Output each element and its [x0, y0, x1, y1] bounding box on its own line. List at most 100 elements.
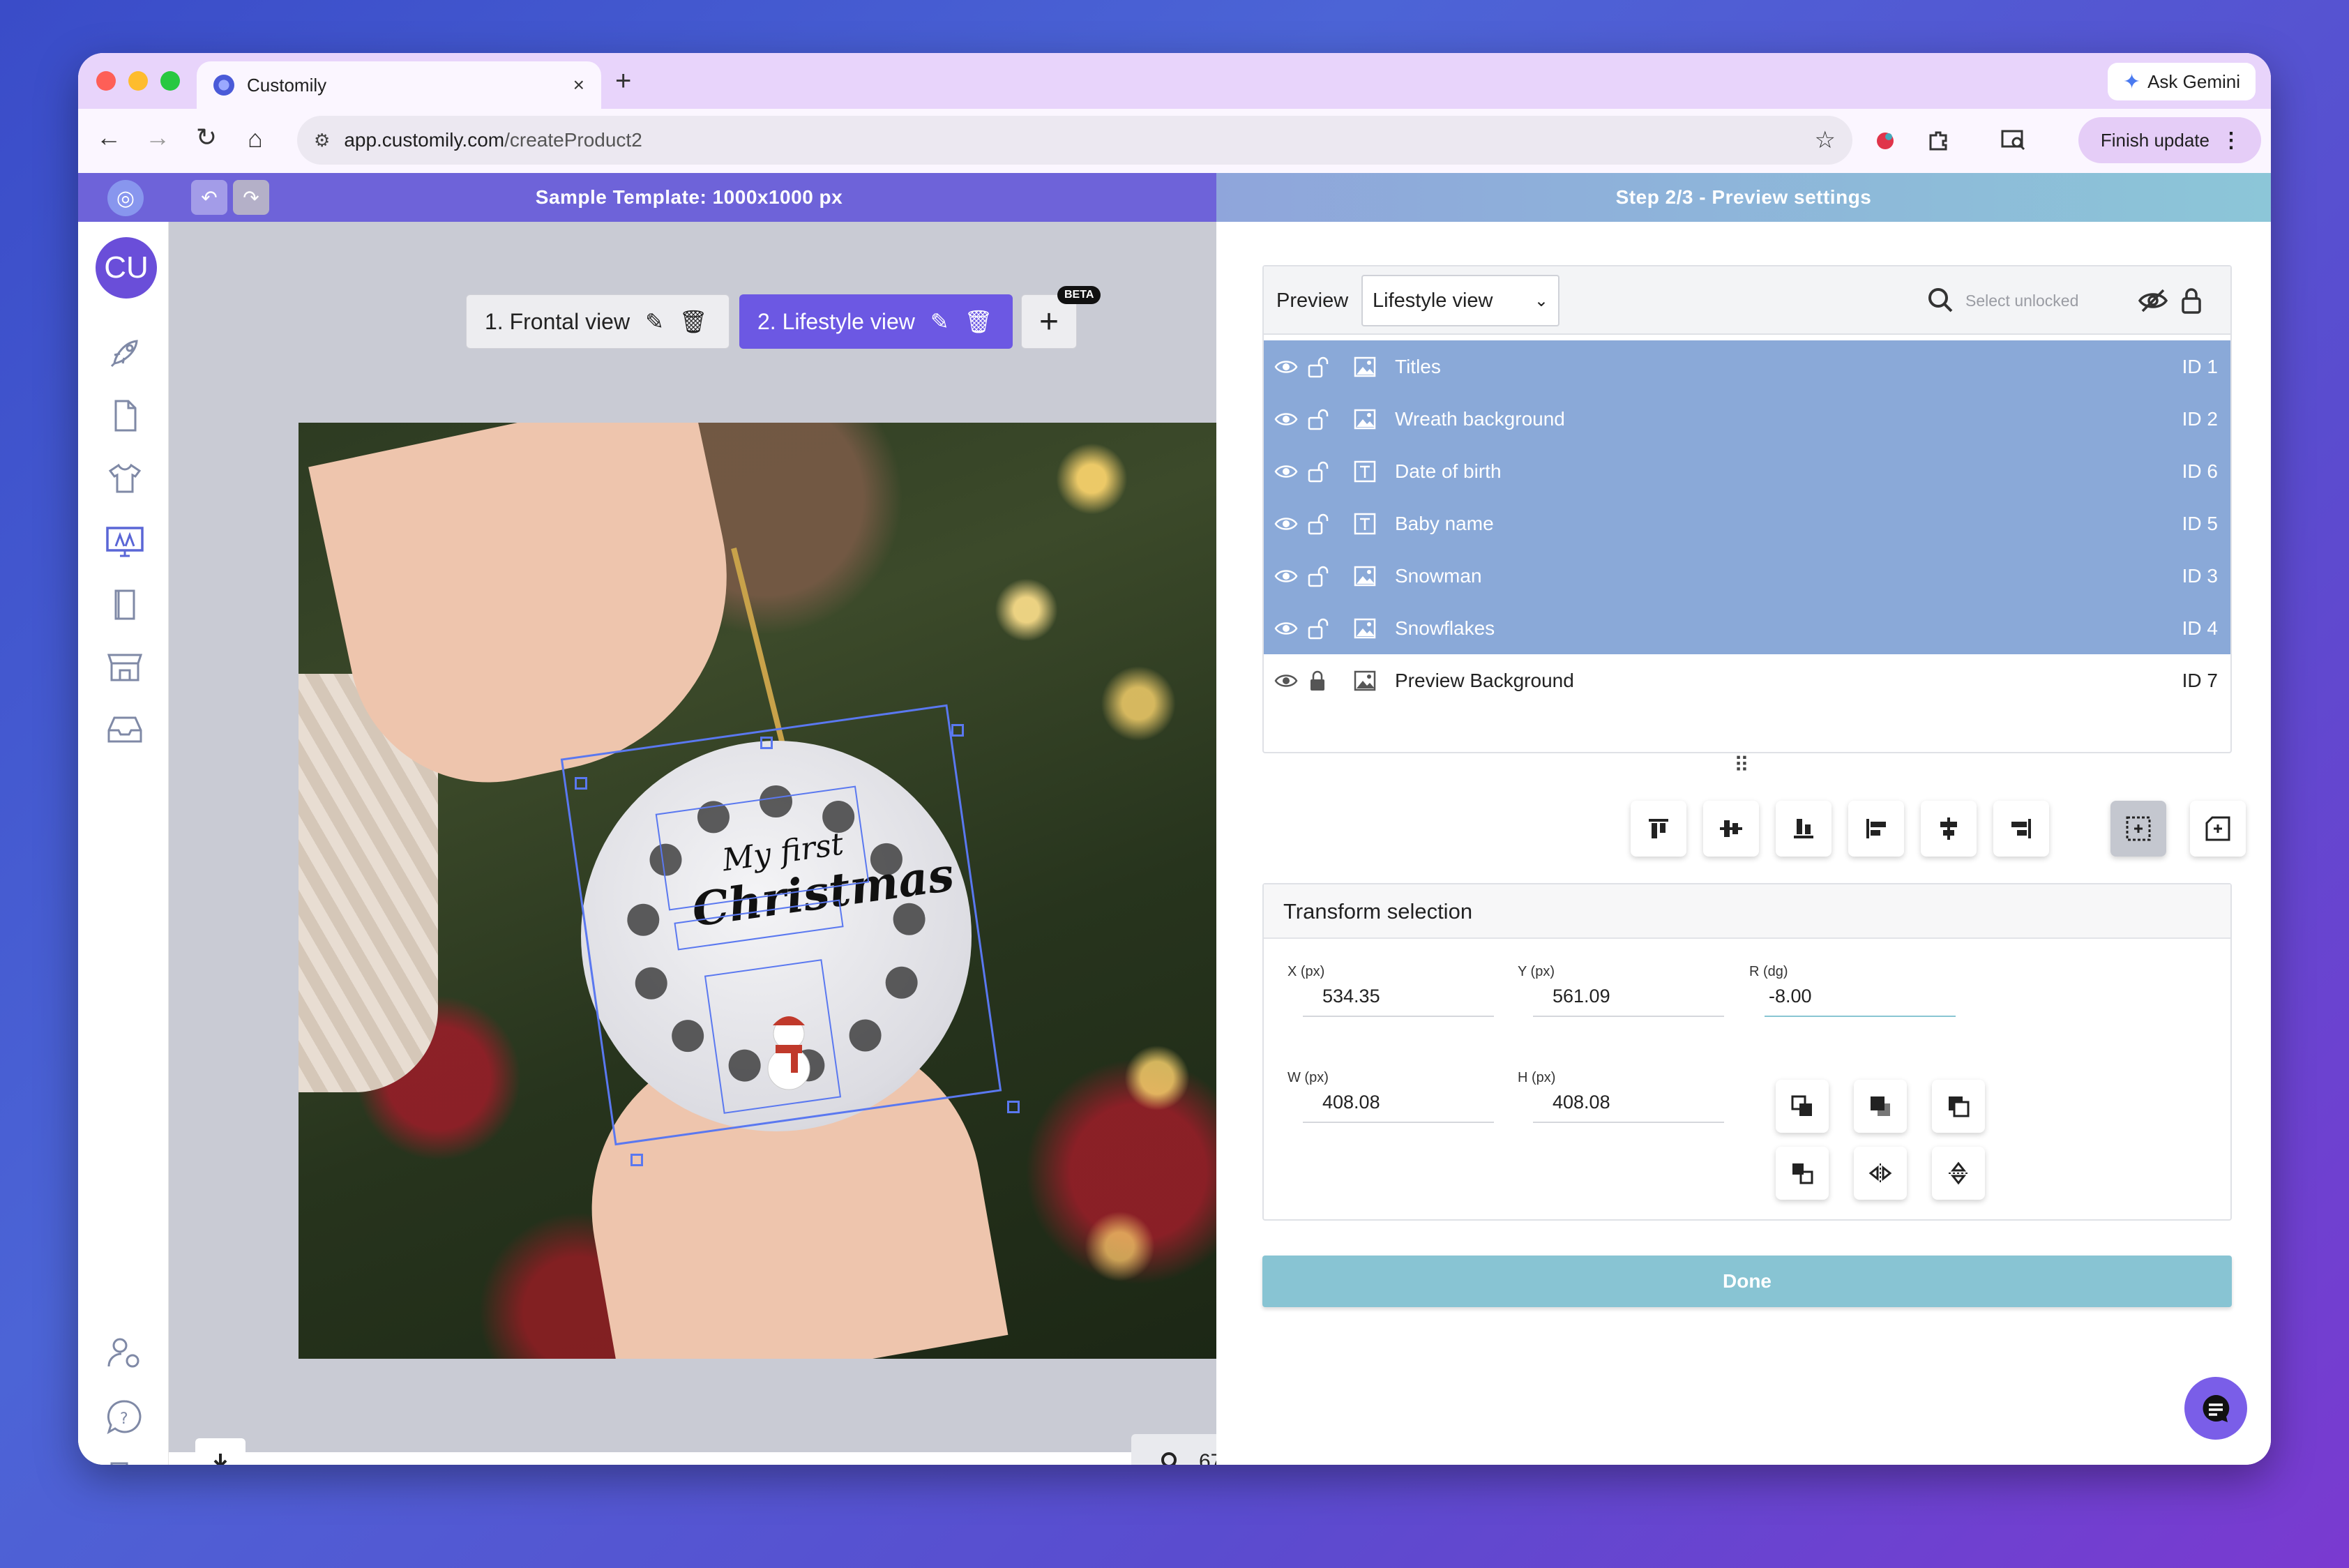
unlock-icon[interactable]: [1306, 564, 1329, 589]
selection-frame-icon: [2126, 816, 2151, 841]
tab-close-icon[interactable]: ×: [573, 74, 584, 96]
bring-to-front-button[interactable]: [1854, 1080, 1907, 1133]
resize-handle-bl[interactable]: [630, 1154, 643, 1166]
layers-panel: Preview Lifestyle view ⌄ Select unlocked…: [1262, 265, 2232, 753]
finish-update-button[interactable]: Finish update ⋮: [2078, 117, 2261, 163]
media-search-icon[interactable]: [1997, 124, 2030, 156]
lifestyle-preview-image[interactable]: My first Christmas: [299, 423, 1232, 1359]
flip-horizontal-button[interactable]: [1854, 1147, 1907, 1200]
delete-trash-icon[interactable]: 🗑: [965, 308, 993, 335]
eye-icon[interactable]: [1274, 511, 1299, 536]
minimize-window-button[interactable]: [128, 71, 148, 91]
extensions-puzzle-icon[interactable]: [1922, 124, 1954, 156]
image-layer-icon: [1354, 356, 1376, 377]
new-tab-button[interactable]: +: [615, 66, 631, 97]
file-icon[interactable]: [103, 393, 147, 438]
chat-support-button[interactable]: [2184, 1377, 2247, 1440]
delete-trash-icon[interactable]: 🗑: [679, 308, 708, 335]
ask-gemini-button[interactable]: ✦ Ask Gemini: [2107, 63, 2256, 100]
align-to-selection-button[interactable]: [2110, 801, 2166, 857]
more-options-icon[interactable]: ⋮: [2221, 128, 2242, 153]
align-bottom-button[interactable]: [1776, 801, 1831, 857]
layer-row[interactable]: Wreath background ID 2: [1264, 393, 2230, 445]
site-settings-icon[interactable]: ⚙: [314, 130, 330, 151]
preview-view-select[interactable]: Lifestyle view ⌄: [1361, 275, 1559, 326]
rotate-handle[interactable]: [760, 737, 773, 749]
image-layer-icon: [1354, 566, 1376, 586]
align-left-button[interactable]: [1848, 801, 1904, 857]
send-backward-button[interactable]: [1776, 1147, 1829, 1200]
flip-vertical-button[interactable]: [1932, 1147, 1985, 1200]
snowman-layer-box[interactable]: [704, 959, 842, 1114]
search-icon[interactable]: [1925, 285, 1957, 317]
layer-row[interactable]: Titles ID 1: [1264, 340, 2230, 393]
inbox-icon[interactable]: [103, 707, 147, 752]
store-icon[interactable]: [103, 644, 147, 689]
reload-icon[interactable]: ↻: [190, 123, 223, 152]
align-center-button[interactable]: [1921, 801, 1977, 857]
layer-row[interactable]: Snowflakes ID 4: [1264, 602, 2230, 654]
back-arrow-icon[interactable]: ←: [92, 123, 126, 152]
bring-forward-button[interactable]: [1776, 1080, 1829, 1133]
tab-lifestyle-view[interactable]: 2. Lifestyle view ✎ 🗑: [739, 294, 1013, 349]
edit-pencil-icon[interactable]: ✎: [930, 308, 949, 335]
flip-vertical-icon: [1949, 1161, 1968, 1185]
width-input[interactable]: 408.08: [1303, 1081, 1494, 1123]
rocket-icon[interactable]: [103, 331, 147, 375]
resize-handle-tr[interactable]: [951, 724, 964, 737]
browser-tab[interactable]: Customily ×: [197, 61, 601, 109]
unlock-icon[interactable]: [1306, 616, 1329, 641]
beta-badge: BETA: [1057, 286, 1101, 304]
unlock-icon[interactable]: [1306, 407, 1329, 432]
bookmark-star-icon[interactable]: ☆: [1815, 126, 1836, 154]
eye-icon[interactable]: [1274, 616, 1299, 641]
home-icon[interactable]: ⌂: [239, 124, 272, 153]
eye-icon[interactable]: [1274, 668, 1299, 693]
resize-grip-icon[interactable]: ⠿: [1734, 753, 1749, 778]
template-title: Sample Template: 1000x1000 px: [535, 186, 843, 208]
align-right-button[interactable]: [1993, 801, 2049, 857]
layer-row[interactable]: Baby name ID 5: [1264, 497, 2230, 550]
user-settings-icon[interactable]: [103, 1331, 147, 1375]
edit-pencil-icon[interactable]: ✎: [645, 308, 664, 335]
forward-arrow-icon[interactable]: →: [141, 123, 174, 152]
tshirt-icon[interactable]: [103, 456, 147, 501]
lock-icon[interactable]: [2177, 285, 2205, 317]
user-avatar[interactable]: CU: [96, 237, 157, 299]
height-input[interactable]: 408.08: [1533, 1081, 1724, 1123]
eye-icon[interactable]: [1274, 459, 1299, 484]
y-input[interactable]: 561.09: [1533, 975, 1724, 1017]
book-icon[interactable]: [103, 582, 147, 626]
align-top-button[interactable]: [1631, 801, 1686, 857]
layer-row[interactable]: Snowman ID 3: [1264, 550, 2230, 602]
resize-handle-br[interactable]: [1007, 1101, 1020, 1113]
unlock-icon[interactable]: [1306, 354, 1329, 379]
tab-frontal-view[interactable]: 1. Frontal view ✎ 🗑: [466, 294, 730, 349]
eye-slash-icon[interactable]: [2137, 285, 2169, 317]
help-icon[interactable]: ?: [103, 1395, 147, 1440]
rotation-input[interactable]: -8.00: [1765, 975, 1956, 1017]
duplicate-button[interactable]: [1932, 1080, 1985, 1133]
monitor-icon[interactable]: [103, 519, 147, 564]
download-preview-button[interactable]: [195, 1438, 246, 1465]
eye-icon[interactable]: [1274, 564, 1299, 589]
logout-icon[interactable]: [103, 1459, 147, 1465]
close-window-button[interactable]: [96, 71, 116, 91]
unlock-icon[interactable]: [1306, 511, 1329, 536]
resize-handle-tl[interactable]: [575, 777, 587, 790]
lock-icon[interactable]: [1306, 668, 1329, 693]
align-middle-button[interactable]: [1703, 801, 1759, 857]
extension-red-icon[interactable]: [1869, 124, 1901, 156]
eye-icon[interactable]: [1274, 354, 1299, 379]
url-bar[interactable]: ⚙ app.customily.com/createProduct2 ☆: [297, 116, 1852, 165]
maximize-window-button[interactable]: [160, 71, 180, 91]
done-button[interactable]: Done: [1262, 1256, 2232, 1307]
layer-row[interactable]: Preview Background ID 7: [1264, 654, 2230, 707]
layer-row[interactable]: Date of birth ID 6: [1264, 445, 2230, 497]
select-unlocked-button[interactable]: Select unlocked: [1965, 266, 2078, 335]
x-input[interactable]: 534.35: [1303, 975, 1494, 1017]
eye-icon[interactable]: [1274, 407, 1299, 432]
unlock-icon[interactable]: [1306, 459, 1329, 484]
canvas-frame-icon: [2205, 816, 2230, 841]
align-to-canvas-button[interactable]: [2190, 801, 2246, 857]
